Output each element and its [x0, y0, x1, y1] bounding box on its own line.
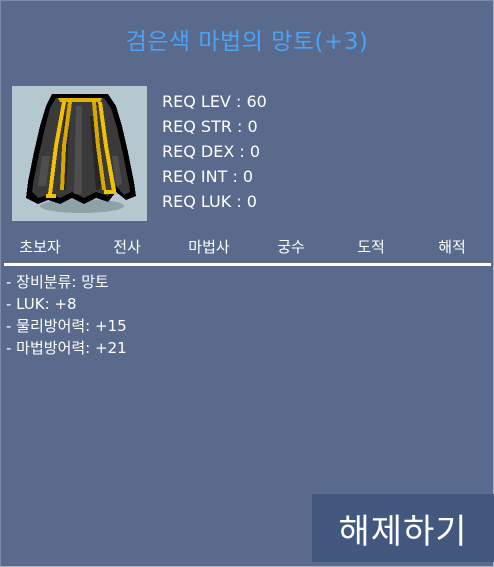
job-magician: 마법사 [188, 238, 230, 256]
req-int: REQ INT : 0 [162, 167, 254, 186]
item-title: 검은색 마법의 망토(+3) [125, 29, 369, 55]
requirements-list: REQ LEV : 60 REQ STR : 0 REQ DEX : 0 REQ… [162, 89, 267, 214]
divider [4, 263, 491, 266]
unequip-button[interactable]: 해제하기 [312, 494, 494, 562]
job-warrior: 전사 [113, 238, 141, 256]
stat-magic-defense: - 마법방어력: +21 [6, 339, 127, 357]
req-level: REQ LEV : 60 [162, 92, 267, 111]
req-dex: REQ DEX : 0 [162, 142, 261, 161]
job-archer: 궁수 [277, 238, 305, 256]
stat-luk: - LUK: +8 [6, 295, 77, 313]
job-list: 초보자 전사 마법사 궁수 도적 해적 [0, 236, 494, 258]
item-image [12, 86, 147, 221]
black-cape-icon [26, 94, 136, 213]
job-thief: 도적 [357, 238, 385, 256]
stat-category: - 장비분류: 망토 [6, 273, 109, 291]
stat-physical-defense: - 물리방어력: +15 [6, 317, 127, 335]
req-str: REQ STR : 0 [162, 117, 258, 136]
job-beginner: 초보자 [19, 238, 61, 256]
req-luk: REQ LUK : 0 [162, 192, 257, 211]
stats-list: - 장비분류: 망토 - LUK: +8 - 물리방어력: +15 - 마법방어… [6, 271, 127, 359]
job-pirate: 해적 [438, 238, 466, 256]
